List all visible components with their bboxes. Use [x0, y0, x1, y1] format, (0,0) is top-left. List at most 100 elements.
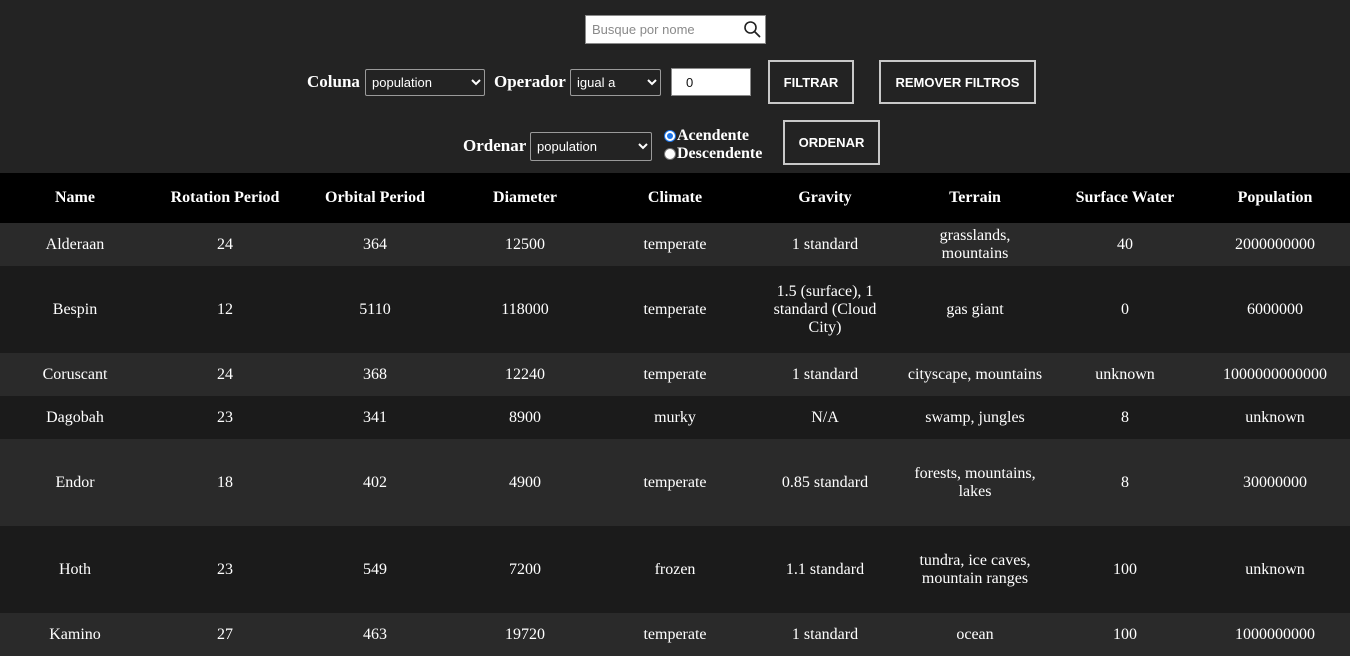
cell-gravity: 1.1 standard — [785, 560, 865, 578]
cell-name: Alderaan — [45, 235, 105, 253]
cell-diameter: 118000 — [501, 300, 549, 318]
header-terrain: Terrain — [949, 189, 1001, 206]
table-header-row: Name Rotation Period Orbital Period Diam… — [0, 173, 1350, 223]
cell-name: Hoth — [59, 560, 91, 578]
cell-rotation-period: 27 — [217, 625, 233, 643]
cell-diameter: 12500 — [505, 235, 545, 253]
cell-population: 2000000000 — [1235, 235, 1315, 253]
cell-name: Coruscant — [42, 365, 108, 383]
search-input[interactable] — [586, 16, 742, 43]
cell-terrain: tundra, ice caves, mountain ranges — [919, 551, 1031, 587]
cell-gravity: 1.5 (surface), 1 standard (Cloud City) — [773, 282, 877, 336]
cell-rotation-period: 18 — [217, 473, 233, 491]
cell-orbital-period: 5110 — [359, 300, 391, 318]
sort-column-select[interactable]: population — [530, 132, 652, 161]
column-select[interactable]: population — [365, 69, 485, 96]
cell-surface-water: 8 — [1121, 473, 1129, 491]
operator-select[interactable]: igual a — [570, 69, 661, 96]
table-row: Kamino 27 463 19720 temperate 1 standard… — [0, 613, 1350, 656]
header-rotation-period: Rotation Period — [170, 189, 280, 206]
ascending-radio[interactable] — [664, 130, 676, 142]
header-population: Population — [1237, 189, 1313, 206]
cell-terrain: gas giant — [946, 300, 1004, 318]
cell-gravity: 1 standard — [791, 235, 859, 253]
cell-climate: temperate — [643, 235, 707, 253]
cell-diameter: 19720 — [505, 625, 545, 643]
filter-button[interactable]: FILTRAR — [768, 60, 854, 104]
ascending-label: Acendente — [677, 127, 749, 144]
cell-orbital-period: 341 — [363, 408, 387, 426]
cell-surface-water: 100 — [1113, 625, 1137, 643]
cell-name: Kamino — [49, 625, 101, 643]
header-surface-water: Surface Water — [1075, 189, 1175, 206]
cell-surface-water: 40 — [1117, 235, 1133, 253]
remove-filters-button[interactable]: REMOVER FILTROS — [879, 60, 1036, 104]
cell-terrain: forests, mountains, lakes — [914, 464, 1036, 500]
cell-terrain: grasslands, mountains — [939, 226, 1011, 262]
cell-terrain: cityscape, mountains — [907, 365, 1043, 383]
cell-climate: murky — [654, 408, 696, 426]
table-row: Hoth 23 549 7200 frozen 1.1 standard tun… — [0, 526, 1350, 613]
sort-descending-option[interactable]: Descendente — [664, 145, 762, 163]
cell-rotation-period: 23 — [217, 408, 233, 426]
cell-gravity: N/A — [811, 408, 839, 426]
cell-surface-water: 100 — [1113, 560, 1137, 578]
header-climate: Climate — [647, 189, 703, 206]
cell-population: unknown — [1245, 560, 1305, 578]
cell-diameter: 7200 — [509, 560, 541, 578]
header-orbital-period: Orbital Period — [325, 189, 425, 206]
cell-orbital-period: 368 — [363, 365, 387, 383]
cell-surface-water: unknown — [1095, 365, 1155, 383]
cell-rotation-period: 24 — [217, 365, 233, 383]
search-icon[interactable] — [743, 20, 761, 38]
search-box — [585, 15, 766, 44]
operator-label: Operador — [494, 72, 566, 91]
cell-name: Dagobah — [46, 408, 104, 426]
table-row: Endor 18 402 4900 temperate 0.85 standar… — [0, 439, 1350, 526]
cell-surface-water: 8 — [1121, 408, 1129, 426]
cell-rotation-period: 12 — [217, 300, 233, 318]
cell-population: 30000000 — [1243, 473, 1307, 491]
cell-gravity: 1 standard — [791, 365, 859, 383]
cell-rotation-period: 23 — [217, 560, 233, 578]
planets-table: Name Rotation Period Orbital Period Diam… — [0, 173, 1350, 656]
table-row: Dagobah 23 341 8900 murky N/A swamp, jun… — [0, 396, 1350, 439]
cell-gravity: 0.85 standard — [781, 473, 869, 491]
table-row: Coruscant 24 368 12240 temperate 1 stand… — [0, 353, 1350, 396]
cell-population: 1000000000000 — [1223, 365, 1327, 383]
column-label: Coluna — [307, 72, 360, 91]
value-input[interactable] — [671, 68, 751, 96]
header-gravity: Gravity — [798, 189, 852, 206]
sort-button[interactable]: ORDENAR — [783, 120, 880, 165]
cell-name: Bespin — [52, 300, 98, 318]
header-diameter: Diameter — [493, 189, 557, 206]
cell-surface-water: 0 — [1121, 300, 1129, 318]
cell-population: 1000000000 — [1235, 625, 1315, 643]
header-name: Name — [55, 189, 95, 206]
cell-diameter: 8900 — [509, 408, 541, 426]
cell-terrain: ocean — [956, 625, 994, 643]
cell-diameter: 12240 — [505, 365, 545, 383]
cell-diameter: 4900 — [509, 473, 541, 491]
table-row: Bespin 12 5110 118000 temperate 1.5 (sur… — [0, 266, 1350, 353]
cell-population: 6000000 — [1247, 300, 1303, 318]
descending-radio[interactable] — [664, 148, 676, 160]
cell-rotation-period: 24 — [217, 235, 233, 253]
cell-gravity: 1 standard — [791, 625, 859, 643]
cell-orbital-period: 402 — [363, 473, 387, 491]
sort-label: Ordenar — [463, 136, 527, 155]
sort-ascending-option[interactable]: Acendente — [664, 127, 749, 145]
cell-orbital-period: 364 — [363, 235, 387, 253]
cell-climate: temperate — [643, 625, 707, 643]
cell-population: unknown — [1245, 408, 1305, 426]
cell-climate: temperate — [643, 365, 707, 383]
cell-climate: frozen — [654, 560, 696, 578]
cell-climate: temperate — [643, 473, 707, 491]
table-row: Alderaan 24 364 12500 temperate 1 standa… — [0, 223, 1350, 266]
cell-climate: temperate — [643, 300, 707, 318]
cell-orbital-period: 463 — [363, 625, 387, 643]
cell-terrain: swamp, jungles — [925, 408, 1025, 426]
cell-name: Endor — [55, 473, 95, 491]
cell-orbital-period: 549 — [363, 560, 387, 578]
descending-label: Descendente — [677, 145, 763, 162]
